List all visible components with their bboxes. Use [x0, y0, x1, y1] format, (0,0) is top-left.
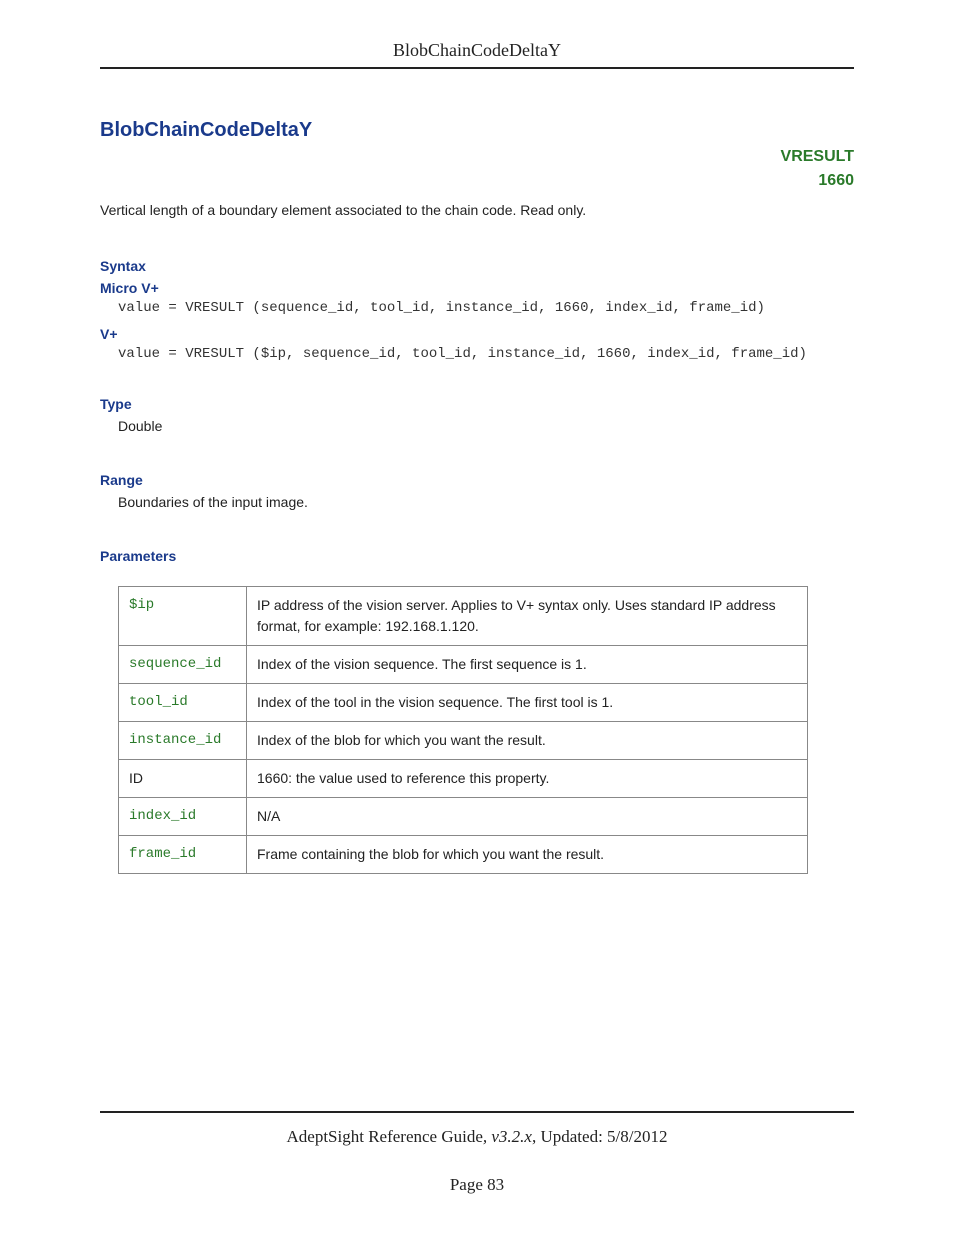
- range-heading: Range: [100, 472, 854, 488]
- table-row: instance_idIndex of the blob for which y…: [119, 722, 808, 760]
- syntax-vplus-label: V+: [100, 326, 854, 342]
- parameters-heading: Parameters: [100, 548, 854, 564]
- syntax-micro-code: value = VRESULT (sequence_id, tool_id, i…: [118, 300, 854, 316]
- page-container: BlobChainCodeDeltaY BlobChainCodeDeltaY …: [0, 0, 954, 1235]
- param-name: instance_id: [119, 722, 247, 760]
- title-row: BlobChainCodeDeltaY VRESULT 1660: [100, 119, 854, 142]
- param-desc: Index of the blob for which you want the…: [247, 722, 808, 760]
- running-header: BlobChainCodeDeltaY: [100, 40, 854, 67]
- type-value: Double: [118, 418, 854, 434]
- param-desc: 1660: the value used to reference this p…: [247, 760, 808, 798]
- range-value: Boundaries of the input image.: [118, 494, 854, 510]
- param-desc: IP address of the vision server. Applies…: [247, 587, 808, 646]
- header-rule: [100, 67, 854, 69]
- table-row: ID1660: the value used to reference this…: [119, 760, 808, 798]
- badge-line-1: VRESULT: [781, 145, 854, 169]
- footer-version: , v3.2.x: [483, 1127, 532, 1146]
- table-row: frame_idFrame containing the blob for wh…: [119, 836, 808, 874]
- param-desc: Index of the vision sequence. The first …: [247, 646, 808, 684]
- vresult-badge: VRESULT 1660: [781, 145, 854, 193]
- type-heading: Type: [100, 396, 854, 412]
- param-desc: Index of the tool in the vision sequence…: [247, 684, 808, 722]
- param-desc: Frame containing the blob for which you …: [247, 836, 808, 874]
- syntax-vplus-code: value = VRESULT ($ip, sequence_id, tool_…: [118, 346, 854, 362]
- page-footer: AdeptSight Reference Guide, v3.2.x, Upda…: [100, 1111, 854, 1195]
- param-name: tool_id: [119, 684, 247, 722]
- description-text: Vertical length of a boundary element as…: [100, 202, 854, 218]
- footer-updated: , Updated: 5/8/2012: [532, 1127, 668, 1146]
- page-number: Page 83: [100, 1175, 854, 1195]
- syntax-micro-label: Micro V+: [100, 280, 854, 296]
- parameters-table: $ipIP address of the vision server. Appl…: [118, 586, 808, 874]
- page-title: BlobChainCodeDeltaY: [100, 119, 854, 142]
- table-row: tool_idIndex of the tool in the vision s…: [119, 684, 808, 722]
- footer-line: AdeptSight Reference Guide, v3.2.x, Upda…: [100, 1127, 854, 1147]
- table-row: $ipIP address of the vision server. Appl…: [119, 587, 808, 646]
- footer-rule: [100, 1111, 854, 1113]
- table-row: sequence_idIndex of the vision sequence.…: [119, 646, 808, 684]
- table-row: index_idN/A: [119, 798, 808, 836]
- footer-book: AdeptSight Reference Guide: [287, 1127, 483, 1146]
- param-name: ID: [119, 760, 247, 798]
- param-name: $ip: [119, 587, 247, 646]
- syntax-heading: Syntax: [100, 258, 854, 274]
- param-name: sequence_id: [119, 646, 247, 684]
- badge-line-2: 1660: [781, 169, 854, 193]
- param-desc: N/A: [247, 798, 808, 836]
- param-name: frame_id: [119, 836, 247, 874]
- param-name: index_id: [119, 798, 247, 836]
